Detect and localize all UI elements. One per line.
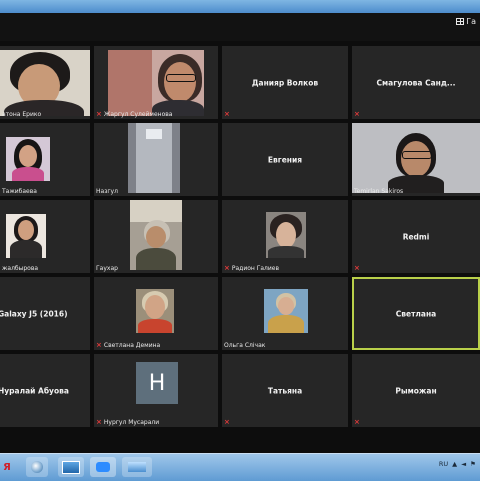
window-title-bar: [0, 0, 480, 13]
participant-name: Жаргул Сулейменова: [103, 111, 173, 118]
app-taskbar-button[interactable]: [122, 457, 152, 477]
gallery-view-switch[interactable]: Га: [456, 17, 476, 26]
participant-tile-active-speaker[interactable]: Светлана: [352, 277, 480, 350]
volume-icon[interactable]: ◄: [461, 460, 466, 468]
participant-video: [136, 289, 174, 333]
participant-name-center: Galaxy J5 (2016): [0, 309, 68, 318]
participant-tile[interactable]: Тажибаева: [0, 123, 90, 196]
participant-video: [0, 50, 90, 116]
participant-tile[interactable]: H ⨯ Нургул Мусарали: [94, 354, 218, 427]
participant-video: [266, 212, 306, 258]
participant-tile[interactable]: ⨯ Светлана Демина: [94, 277, 218, 350]
participant-name: Нургул Мусарали: [103, 419, 160, 426]
participant-tile[interactable]: Нуралай Абуова: [0, 354, 90, 427]
participant-name: Гаухар: [96, 265, 118, 272]
participant-name-center: Данияр Волков: [251, 78, 319, 87]
participant-tile[interactable]: Данияр Волков ⨯: [222, 46, 348, 119]
participant-name: Светлана Демина: [103, 342, 161, 349]
yandex-browser-icon[interactable]: Я: [0, 457, 14, 477]
participant-name-center: Redmi: [402, 232, 430, 241]
participant-name: Ольга Слічак: [224, 342, 266, 349]
grid-view-icon: [456, 18, 465, 25]
flag-icon[interactable]: ⚑: [470, 460, 476, 468]
participant-name-center: Евгения: [267, 155, 303, 164]
participants-gallery: атона Ерико ⨯ Жаргул Сулейменова Данияр …: [0, 46, 480, 427]
mic-muted-icon: ⨯: [96, 341, 102, 349]
participant-tile[interactable]: ⨯ Радион Галиев: [222, 200, 348, 273]
participant-name-center: Нуралай Абуова: [0, 386, 69, 395]
participant-tile[interactable]: Temirlan Sakiros: [352, 123, 480, 196]
participant-tile[interactable]: Galaxy J5 (2016): [0, 277, 90, 350]
mic-muted-icon: ⨯: [354, 264, 360, 272]
participant-video: [128, 123, 180, 193]
windows-taskbar: Я RU ▲ ◄ ⚑: [0, 453, 480, 481]
participant-video: [264, 289, 308, 333]
participant-tile[interactable]: Ольга Слічак: [222, 277, 348, 350]
participant-tile[interactable]: Татьяна ⨯: [222, 354, 348, 427]
participant-tile[interactable]: атона Ерико: [0, 46, 90, 119]
participant-name: Тажибаева: [2, 188, 37, 195]
participant-name-center: Рыможан: [395, 386, 437, 395]
network-icon[interactable]: ▲: [452, 460, 457, 468]
participant-tile[interactable]: Евгения: [222, 123, 348, 196]
participant-video: [130, 200, 182, 270]
mic-muted-icon: ⨯: [224, 418, 230, 426]
mic-muted-icon: ⨯: [224, 264, 230, 272]
mic-muted-icon: ⨯: [354, 418, 360, 426]
participant-video: [6, 214, 46, 258]
participant-name-center: Смагулова Санд...: [376, 78, 456, 87]
participant-video: [352, 123, 480, 193]
mic-muted-icon: ⨯: [354, 110, 360, 118]
meeting-top-bar: [0, 13, 480, 41]
participant-video: [6, 137, 50, 181]
desktop-taskbar-button[interactable]: [58, 457, 84, 477]
participant-name: Назгул: [96, 188, 118, 195]
participant-name-center: Светлана: [395, 309, 437, 318]
participant-video: [108, 50, 204, 116]
participant-tile[interactable]: Рыможан ⨯: [352, 354, 480, 427]
participant-name: Temirlan Sakiros: [354, 188, 404, 195]
mic-muted-icon: ⨯: [224, 110, 230, 118]
participant-tile[interactable]: Redmi ⨯: [352, 200, 480, 273]
mic-muted-icon: ⨯: [96, 418, 102, 426]
avatar: H: [136, 362, 178, 404]
participant-name-center: Татьяна: [267, 386, 303, 395]
participant-name: атона Ерико: [2, 111, 42, 118]
participant-name: Радион Галиев: [231, 265, 280, 272]
zoom-taskbar-button[interactable]: [90, 457, 116, 477]
participant-name: жалбырова: [2, 265, 39, 272]
participant-tile[interactable]: ⨯ Жаргул Сулейменова: [94, 46, 218, 119]
mic-muted-icon: ⨯: [96, 110, 102, 118]
participant-tile[interactable]: Назгул: [94, 123, 218, 196]
system-tray: RU ▲ ◄ ⚑: [439, 460, 476, 468]
participant-tile[interactable]: Смагулова Санд... ⨯: [352, 46, 480, 119]
language-indicator[interactable]: RU: [439, 460, 448, 468]
participant-tile[interactable]: жалбырова: [0, 200, 90, 273]
participant-tile[interactable]: Гаухар: [94, 200, 218, 273]
browser-taskbar-button[interactable]: [26, 457, 48, 477]
